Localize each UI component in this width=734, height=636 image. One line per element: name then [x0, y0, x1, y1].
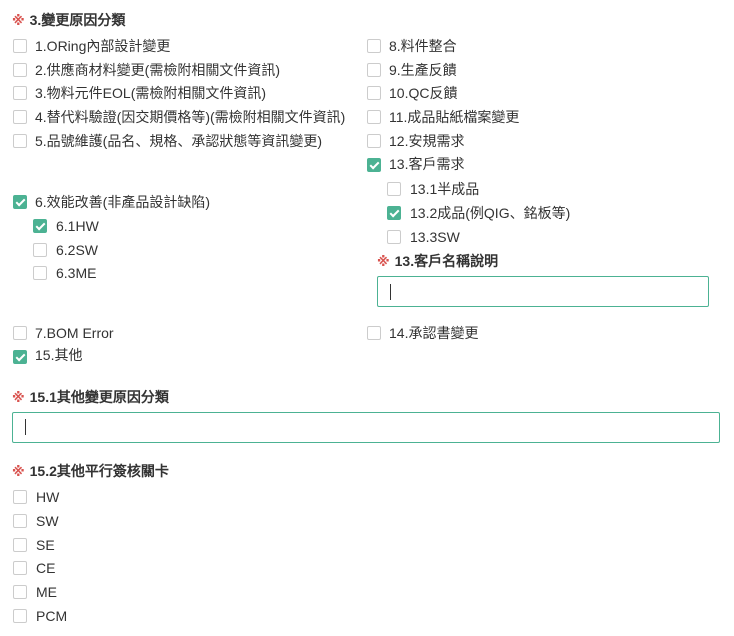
reason-checkbox-6[interactable]	[13, 195, 27, 209]
reason-checkbox-5[interactable]	[13, 134, 27, 148]
required-mark: ※	[12, 13, 25, 28]
reason-label-11: 11.成品貼紙檔案變更	[389, 109, 520, 125]
approval-checkbox-ce[interactable]	[13, 561, 27, 575]
section-15-2-title: 15.2其他平行簽核關卡	[29, 463, 169, 479]
reason-checkbox-9[interactable]	[367, 63, 381, 77]
reason-label-3: 3.物料元件EOL(需檢附相關文件資訊)	[35, 85, 267, 101]
other-reason-input[interactable]	[12, 412, 720, 443]
reason-label-7: 7.BOM Error	[35, 325, 114, 341]
reason-label-2: 2.供應商材料變更(需檢附相關文件資訊)	[35, 62, 280, 78]
text-caret	[390, 284, 391, 300]
reason-checkbox-13-1[interactable]	[387, 182, 401, 196]
approval-label-pcm: PCM	[36, 608, 68, 624]
reason-label-9: 9.生產反饋	[389, 62, 457, 78]
reason-label-5: 5.品號維護(品名、規格、承認狀態等資訊變更)	[35, 133, 322, 149]
reason-checkbox-2[interactable]	[13, 63, 27, 77]
approval-checkbox-pcm[interactable]	[13, 609, 27, 623]
approval-checkbox-hw[interactable]	[13, 490, 27, 504]
reason-label-12: 12.安規需求	[389, 133, 465, 149]
reason-label-13: 13.客戶需求	[389, 156, 465, 172]
section-3-heading: ※ 3.變更原因分類	[12, 10, 125, 30]
reason-checkbox-7[interactable]	[13, 326, 27, 340]
customer-name-title: 13.客戶名稱說明	[394, 253, 499, 269]
reason-label-15: 15.其他	[35, 347, 83, 363]
approval-checkbox-me[interactable]	[13, 585, 27, 599]
reason-checkbox-6-1[interactable]	[33, 219, 47, 233]
reason-checkbox-15[interactable]	[13, 350, 27, 364]
reason-label-13-3: 13.3SW	[410, 229, 460, 245]
reason-label-10: 10.QC反饋	[389, 85, 458, 101]
reason-checkbox-6-3[interactable]	[33, 266, 47, 280]
reason-label-13-2: 13.2成品(例QIG、銘板等)	[410, 205, 571, 221]
reason-label-6: 6.效能改善(非產品設計缺陷)	[35, 194, 210, 210]
approval-checkbox-sw[interactable]	[13, 514, 27, 528]
section-15-2-heading: ※ 15.2其他平行簽核關卡	[12, 461, 169, 481]
approval-label-se: SE	[36, 537, 55, 553]
section-15-1-title: 15.1其他變更原因分類	[29, 389, 169, 405]
approval-label-me: ME	[36, 584, 57, 600]
reason-checkbox-1[interactable]	[13, 39, 27, 53]
required-mark: ※	[377, 254, 390, 269]
text-caret	[25, 419, 26, 435]
reason-checkbox-3[interactable]	[13, 86, 27, 100]
reason-checkbox-12[interactable]	[367, 134, 381, 148]
reason-label-1: 1.ORing內部設計變更	[35, 38, 171, 54]
approval-label-hw: HW	[36, 489, 60, 505]
reason-label-8: 8.料件整合	[389, 38, 457, 54]
required-mark: ※	[12, 464, 25, 479]
section-15-1-heading: ※ 15.1其他變更原因分類	[12, 387, 169, 407]
reason-checkbox-6-2[interactable]	[33, 243, 47, 257]
reason-label-13-1: 13.1半成品	[410, 181, 480, 197]
reason-label-6-1: 6.1HW	[56, 218, 99, 234]
reason-checkbox-4[interactable]	[13, 110, 27, 124]
approval-checkbox-se[interactable]	[13, 538, 27, 552]
section-3-title: 3.變更原因分類	[29, 12, 126, 28]
reason-label-14: 14.承認書變更	[389, 325, 479, 341]
required-mark: ※	[12, 390, 25, 405]
reason-checkbox-13-3[interactable]	[387, 230, 401, 244]
customer-name-input[interactable]	[377, 276, 709, 307]
approval-label-sw: SW	[36, 513, 59, 529]
reason-label-6-3: 6.3ME	[56, 265, 97, 281]
reason-checkbox-8[interactable]	[367, 39, 381, 53]
reason-label-4: 4.替代料驗證(因交期價格等)(需檢附相關文件資訊)	[35, 109, 346, 125]
reason-checkbox-11[interactable]	[367, 110, 381, 124]
customer-name-heading: ※ 13.客戶名稱說明	[377, 251, 498, 271]
reason-checkbox-10[interactable]	[367, 86, 381, 100]
reason-checkbox-13-2[interactable]	[387, 206, 401, 220]
approval-label-ce: CE	[36, 560, 56, 576]
reason-checkbox-13[interactable]	[367, 158, 381, 172]
reason-label-6-2: 6.2SW	[56, 242, 99, 258]
reason-checkbox-14[interactable]	[367, 326, 381, 340]
